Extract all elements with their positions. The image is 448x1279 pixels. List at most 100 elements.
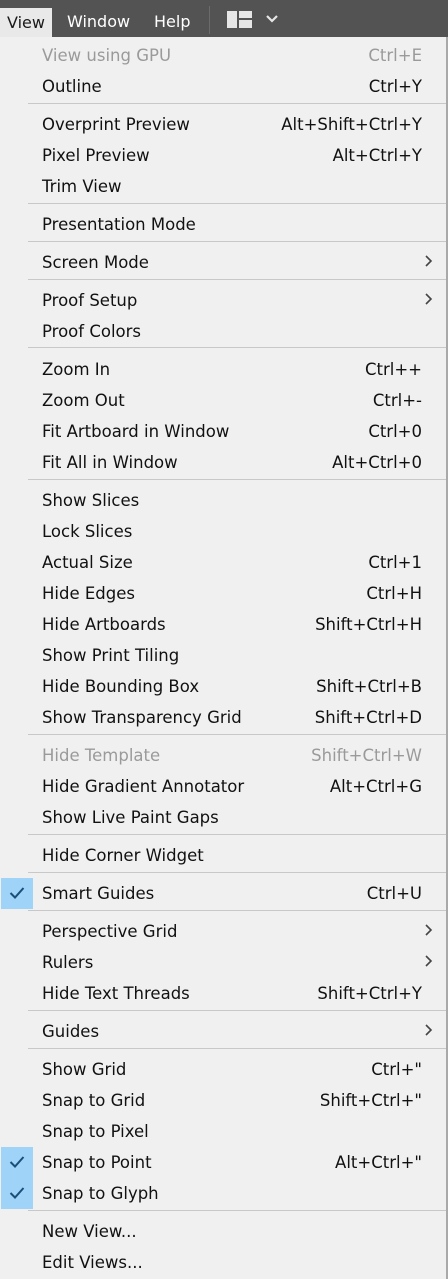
menu-item-label: Zoom In: [42, 360, 111, 379]
checkmark-icon: [9, 1187, 25, 1199]
menu-item-label: Rulers: [42, 953, 94, 972]
menu-item-perspective-grid[interactable]: Perspective Grid: [0, 916, 446, 947]
menu-item-view-using-gpu: View using GPU Ctrl+E: [0, 40, 446, 71]
menu-item-zoom-in[interactable]: Zoom In Ctrl++: [0, 354, 446, 385]
menu-separator: [28, 279, 446, 280]
menu-separator: [28, 103, 446, 104]
menu-item-label: Snap to Grid: [42, 1091, 146, 1110]
menu-item-label: Proof Colors: [42, 322, 141, 341]
menu-item-show-grid[interactable]: Show Grid Ctrl+": [0, 1054, 446, 1085]
view-menu-dropdown: View using GPU Ctrl+E Outline Ctrl+Y Overpri…: [0, 37, 448, 1279]
menu-item-label: Lock Slices: [42, 522, 133, 541]
menu-item-snap-to-glyph[interactable]: Snap to Glyph: [0, 1178, 446, 1209]
menu-separator: [28, 1010, 446, 1011]
checkmark-icon: [9, 887, 25, 899]
menu-item-label: Pixel Preview: [42, 146, 150, 165]
menu-item-shortcut: Alt+Ctrl+": [335, 1153, 422, 1172]
menu-item-show-live-paint-gaps[interactable]: Show Live Paint Gaps: [0, 802, 446, 833]
menu-item-hide-template: Hide Template Shift+Ctrl+W: [0, 740, 446, 771]
menu-item-label: Zoom Out: [42, 391, 125, 410]
menu-item-overprint-preview[interactable]: Overprint Preview Alt+Shift+Ctrl+Y: [0, 109, 446, 140]
menu-item-label: Hide Text Threads: [42, 984, 190, 1003]
menu-item-label: Outline: [42, 77, 102, 96]
menu-item-label: Hide Artboards: [42, 615, 166, 634]
menu-item-hide-bounding-box[interactable]: Hide Bounding Box Shift+Ctrl+B: [0, 671, 446, 702]
menu-item-fit-all-in-window[interactable]: Fit All in Window Alt+Ctrl+0: [0, 447, 446, 478]
chevron-down-icon: [266, 15, 278, 23]
menu-item-show-print-tiling[interactable]: Show Print Tiling: [0, 640, 446, 671]
menu-item-label: Edit Views...: [42, 1253, 143, 1272]
menu-help[interactable]: Help: [154, 8, 190, 35]
menu-item-hide-edges[interactable]: Hide Edges Ctrl+H: [0, 578, 446, 609]
menu-window[interactable]: Window: [67, 8, 130, 35]
menu-item-fit-artboard-in-window[interactable]: Fit Artboard in Window Ctrl+0: [0, 416, 446, 447]
menu-item-label: View using GPU: [42, 46, 172, 65]
workspace-switcher-button[interactable]: [225, 9, 281, 31]
menu-item-label: Fit All in Window: [42, 453, 178, 472]
menu-item-snap-to-grid[interactable]: Snap to Grid Shift+Ctrl+": [0, 1085, 446, 1116]
menu-item-shortcut: Shift+Ctrl+D: [314, 708, 422, 727]
checkmark-indicator: [1, 878, 33, 909]
menu-item-snap-to-pixel[interactable]: Snap to Pixel: [0, 1116, 446, 1147]
menu-item-shortcut: Shift+Ctrl+Y: [317, 984, 422, 1003]
menu-item-hide-gradient-annotator[interactable]: Hide Gradient Annotator Alt+Ctrl+G: [0, 771, 446, 802]
menu-item-label: Overprint Preview: [42, 115, 190, 134]
menu-item-label: Actual Size: [42, 553, 133, 572]
submenu-arrow-icon: [424, 1022, 434, 1036]
menu-item-outline[interactable]: Outline Ctrl+Y: [0, 71, 446, 102]
menu-separator: [28, 834, 446, 835]
menu-item-presentation-mode[interactable]: Presentation Mode: [0, 209, 446, 240]
menu-item-label: Screen Mode: [42, 253, 149, 272]
menu-item-edit-views[interactable]: Edit Views...: [0, 1247, 446, 1278]
menu-view[interactable]: View: [0, 8, 52, 37]
menu-item-shortcut: Alt+Shift+Ctrl+Y: [281, 115, 422, 134]
menu-item-smart-guides[interactable]: Smart Guides Ctrl+U: [0, 878, 446, 909]
menu-separator: [28, 479, 446, 480]
menubar-divider: [209, 6, 210, 34]
menu-item-label: Snap to Point: [42, 1153, 152, 1172]
menu-separator: [28, 347, 446, 348]
checkmark-indicator: [1, 1178, 33, 1209]
menu-item-label: Guides: [42, 1022, 100, 1041]
menu-item-label: Show Slices: [42, 491, 140, 510]
menu-item-shortcut: Shift+Ctrl+B: [316, 677, 422, 696]
menu-item-screen-mode[interactable]: Screen Mode: [0, 247, 446, 278]
menu-bar: View Window Help: [0, 0, 448, 39]
menu-item-label: Hide Edges: [42, 584, 135, 603]
menu-item-shortcut: Ctrl+E: [368, 46, 422, 65]
submenu-arrow-icon: [424, 953, 434, 967]
menu-item-pixel-preview[interactable]: Pixel Preview Alt+Ctrl+Y: [0, 140, 446, 171]
menu-item-actual-size[interactable]: Actual Size Ctrl+1: [0, 547, 446, 578]
menu-item-shortcut: Alt+Ctrl+0: [332, 453, 422, 472]
menu-item-zoom-out[interactable]: Zoom Out Ctrl+-: [0, 385, 446, 416]
menu-item-show-transparency-grid[interactable]: Show Transparency Grid Shift+Ctrl+D: [0, 702, 446, 733]
menu-item-shortcut: Ctrl+Y: [368, 77, 422, 96]
menu-item-label: Smart Guides: [42, 884, 155, 903]
menu-item-hide-text-threads[interactable]: Hide Text Threads Shift+Ctrl+Y: [0, 978, 446, 1009]
menu-separator: [28, 872, 446, 873]
menu-item-label: New View...: [42, 1222, 137, 1241]
menu-item-label: Show Grid: [42, 1060, 127, 1079]
menu-item-show-slices[interactable]: Show Slices: [0, 485, 446, 516]
menu-item-shortcut: Shift+Ctrl+": [319, 1091, 422, 1110]
menu-item-label: Snap to Glyph: [42, 1184, 159, 1203]
menu-item-shortcut: Ctrl+H: [366, 584, 422, 603]
menu-item-guides[interactable]: Guides: [0, 1016, 446, 1047]
menu-item-shortcut: Ctrl+1: [368, 553, 422, 572]
menu-item-proof-setup[interactable]: Proof Setup: [0, 285, 446, 316]
menu-item-hide-artboards[interactable]: Hide Artboards Shift+Ctrl+H: [0, 609, 446, 640]
checkmark-indicator: [1, 1147, 33, 1178]
submenu-arrow-icon: [424, 922, 434, 936]
menu-item-new-view[interactable]: New View...: [0, 1216, 446, 1247]
menu-item-shortcut: Shift+Ctrl+W: [311, 746, 422, 765]
menu-item-lock-slices[interactable]: Lock Slices: [0, 516, 446, 547]
menu-separator: [28, 1048, 446, 1049]
menu-item-proof-colors[interactable]: Proof Colors: [0, 316, 446, 347]
menu-item-hide-corner-widget[interactable]: Hide Corner Widget: [0, 840, 446, 871]
menu-separator: [28, 203, 446, 204]
menu-item-rulers[interactable]: Rulers: [0, 947, 446, 978]
menu-item-shortcut: Alt+Ctrl+G: [329, 777, 422, 796]
menu-item-snap-to-point[interactable]: Snap to Point Alt+Ctrl+": [0, 1147, 446, 1178]
menu-item-shortcut: Ctrl+-: [372, 391, 422, 410]
menu-item-trim-view[interactable]: Trim View: [0, 171, 446, 202]
